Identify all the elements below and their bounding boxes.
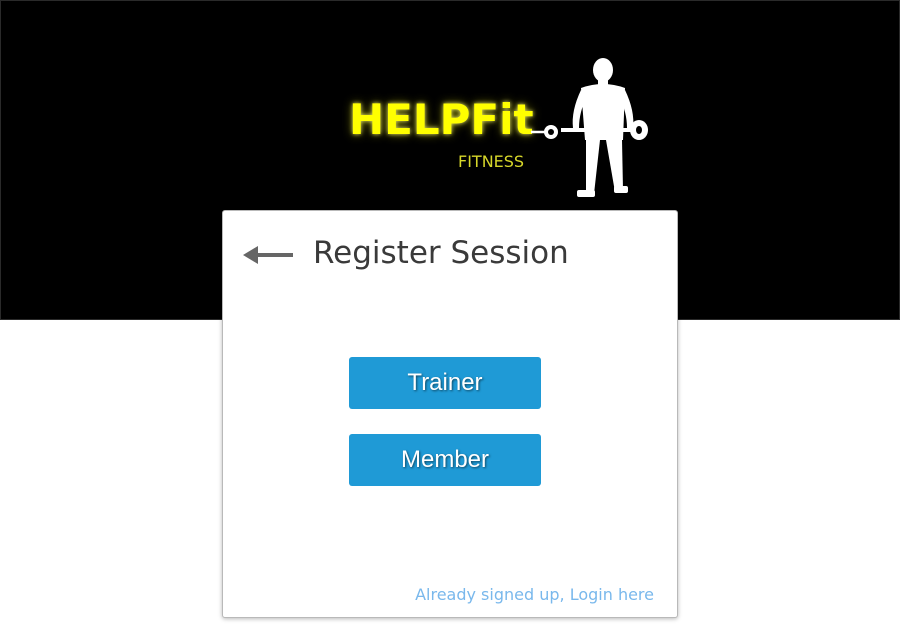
logo-brand-name: HELPFit: [349, 95, 534, 144]
member-button[interactable]: Member: [349, 434, 541, 486]
register-session-card: Register Session Trainer Member Already …: [222, 210, 678, 618]
helpfit-logo: HELPFit FITNESS: [341, 56, 661, 201]
left-arrow-icon[interactable]: [243, 243, 295, 267]
weightlifter-icon: [531, 58, 648, 197]
logo-tagline: FITNESS: [458, 152, 525, 171]
trainer-button[interactable]: Trainer: [349, 357, 541, 409]
login-link[interactable]: Already signed up, Login here: [415, 585, 654, 604]
page-title: Register Session: [313, 235, 569, 271]
